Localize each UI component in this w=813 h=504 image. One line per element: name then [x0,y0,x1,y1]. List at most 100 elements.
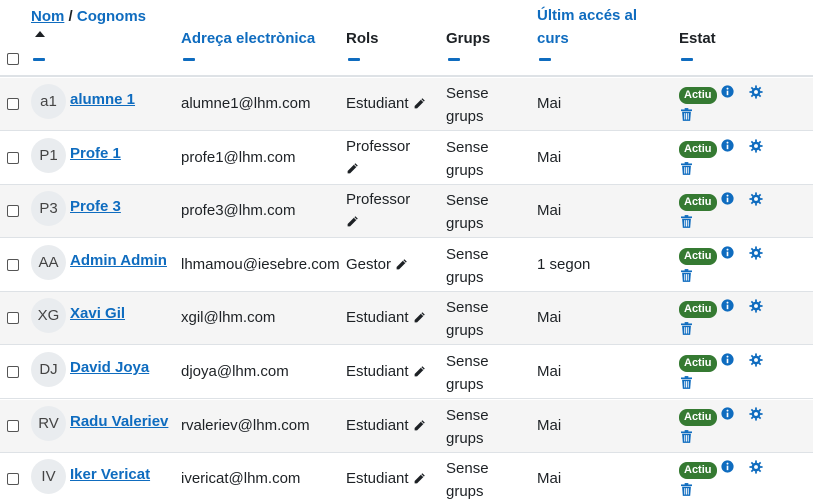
header-roles: Rols [346,27,379,50]
gear-icon[interactable] [749,192,763,210]
gear-icon[interactable] [749,353,763,371]
pencil-icon[interactable] [413,363,426,385]
role-cell: Estudiant [346,361,426,385]
role-cell: Estudiant [346,93,426,117]
groups-line-1: Sense [446,138,489,156]
pencil-icon[interactable] [346,160,359,182]
row-checkbox[interactable] [7,258,19,271]
user-name-link[interactable]: Profe 3 [70,198,121,215]
row-checkbox[interactable] [7,205,19,218]
info-icon[interactable] [721,139,734,156]
table-row: a1 alumne 1 alumne1@lhm.com Estudiant Se… [0,78,813,131]
avatar[interactable]: P3 [31,191,66,227]
gear-icon[interactable] [749,460,763,478]
user-name-link[interactable]: Admin Admin [70,252,167,269]
avatar[interactable]: a1 [31,84,66,119]
info-icon[interactable] [721,246,734,263]
role-cell: Professor [346,189,410,235]
row-checkbox[interactable] [7,473,19,486]
avatar[interactable]: AA [31,244,66,280]
groups-line-1: Sense [446,245,489,263]
trash-icon[interactable] [681,215,692,232]
sort-last-name-link[interactable]: Cognoms [77,8,146,25]
groups-cell: Sense grups [446,404,506,450]
gear-icon[interactable] [749,246,763,264]
role-cell: Professor [346,136,410,182]
info-icon[interactable] [721,407,734,424]
header-name-separator: / [64,8,77,25]
status-badge: Actiu [679,87,717,104]
row-checkbox[interactable] [7,366,19,378]
row-checkbox[interactable] [7,98,19,110]
role-label: Estudiant [346,470,409,488]
pencil-icon[interactable] [413,417,426,439]
pencil-icon[interactable] [395,256,408,278]
last-access: Mai [537,470,562,488]
avatar[interactable]: RV [31,405,66,441]
trash-icon[interactable] [681,376,692,393]
collapse-access-column-icon[interactable] [539,58,551,61]
trash-icon[interactable] [681,429,692,447]
sort-first-name-link[interactable]: Nom [31,8,64,25]
sort-last-access-link[interactable]: Últim accés al curs [537,7,637,47]
user-name-link[interactable]: alumne 1 [70,91,135,108]
groups-line-2: grups [446,108,484,125]
last-access: Mai [537,309,562,327]
user-email: profe1@lhm.com [181,148,296,166]
gear-icon[interactable] [749,85,763,103]
trash-icon[interactable] [681,108,692,125]
trash-icon[interactable] [681,322,692,339]
info-icon[interactable] [721,353,734,370]
row-checkbox[interactable] [7,151,19,164]
table-row: AA Admin Admin lhmamou@iesebre.com Gesto… [0,238,813,292]
groups-line-2: grups [446,483,484,501]
trash-icon[interactable] [681,161,692,179]
row-checkbox[interactable] [7,419,19,432]
info-icon[interactable] [721,192,734,209]
user-name-link[interactable]: David Joya [70,359,149,376]
last-access: Mai [537,95,562,112]
collapse-email-column-icon[interactable] [183,58,195,61]
user-name-link[interactable]: Iker Vericat [70,466,150,483]
user-email: profe3@lhm.com [181,202,296,220]
trash-icon[interactable] [681,268,692,286]
groups-cell: Sense grups [446,296,506,342]
groups-line-2: grups [446,429,484,447]
header-groups: Grups [446,27,490,50]
avatar[interactable]: P1 [31,137,66,173]
select-all-checkbox[interactable] [7,53,19,65]
user-name-link[interactable]: Radu Valeriev [70,413,168,430]
user-email: rvaleriev@lhm.com [181,416,310,434]
user-name-link[interactable]: Profe 1 [70,145,121,162]
status-badge: Actiu [679,194,717,212]
role-cell: Gestor [346,254,408,278]
row-checkbox[interactable] [7,312,19,325]
gear-icon[interactable] [749,299,763,317]
role-cell: Estudiant [346,468,426,492]
pencil-icon[interactable] [413,309,426,331]
status-badge: Actiu [679,140,717,158]
groups-line-2: grups [446,268,484,286]
user-email: ivericat@lhm.com [181,470,301,488]
groups-cell: Sense grups [446,350,506,396]
pencil-icon[interactable] [346,213,359,235]
groups-cell: Sense grups [446,136,506,182]
collapse-groups-column-icon[interactable] [448,58,460,61]
info-icon[interactable] [721,299,734,316]
collapse-name-column-icon[interactable] [33,58,45,61]
info-icon[interactable] [721,460,734,477]
gear-icon[interactable] [749,139,763,157]
pencil-icon[interactable] [413,470,426,492]
trash-icon[interactable] [681,483,692,500]
avatar[interactable]: IV [31,459,66,495]
info-icon[interactable] [721,85,734,102]
sort-email-link[interactable]: Adreça electrònica [181,30,315,47]
avatar[interactable]: DJ [31,352,66,387]
role-label: Estudiant [346,95,409,112]
pencil-icon[interactable] [413,95,426,117]
gear-icon[interactable] [749,407,763,425]
collapse-status-column-icon[interactable] [681,58,693,61]
collapse-roles-column-icon[interactable] [348,58,360,61]
avatar[interactable]: XG [31,298,66,334]
user-name-link[interactable]: Xavi Gil [70,305,125,322]
